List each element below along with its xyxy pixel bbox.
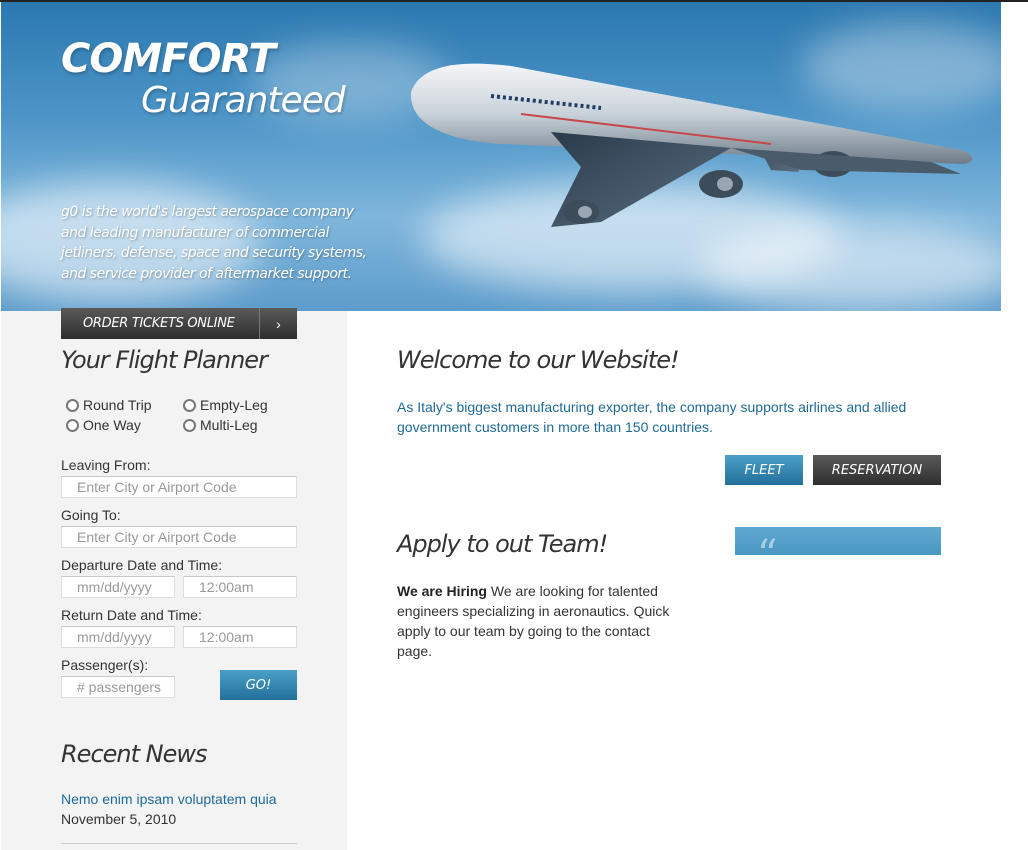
going-to-label: Going To:	[61, 507, 121, 523]
apply-title: Apply to out Team!	[397, 530, 608, 558]
radio-label: One Way	[83, 417, 141, 433]
departure-date-input[interactable]: mm/dd/yyyy	[61, 576, 175, 598]
hero-banner: COMFORT Guaranteed g0 is the world's lar…	[1, 2, 1001, 311]
passengers-label: Passenger(s):	[61, 657, 149, 673]
divider	[61, 843, 297, 844]
departure-time-input[interactable]: 12:00am	[183, 576, 297, 598]
going-to-input[interactable]: Enter City or Airport Code	[61, 526, 297, 548]
radio-empty-leg[interactable]: Empty-Leg	[183, 397, 268, 413]
welcome-title: Welcome to our Website!	[397, 346, 680, 374]
radio-round-trip[interactable]: Round Trip	[66, 397, 151, 413]
radio-circle-icon[interactable]	[66, 418, 79, 432]
return-date-input[interactable]: mm/dd/yyyy	[61, 626, 175, 648]
apply-text: We are Hiring We are looking for talente…	[397, 581, 682, 661]
radio-one-way[interactable]: One Way	[66, 417, 141, 433]
radio-label: Empty-Leg	[200, 397, 268, 413]
recent-news-title: Recent News	[61, 740, 208, 768]
news-item-link[interactable]: Nemo enim ipsam voluptatem quia	[61, 791, 277, 807]
fleet-button[interactable]: FLEET	[725, 455, 803, 485]
airplane-image	[410, 63, 973, 227]
reservation-button[interactable]: RESERVATION	[813, 455, 941, 485]
banner-title-comfort: COMFORT	[61, 36, 276, 82]
quote-icon: “	[757, 532, 778, 555]
go-button[interactable]: GO!	[220, 670, 297, 700]
apply-bold: We are Hiring	[397, 583, 487, 599]
radio-circle-icon[interactable]	[66, 398, 79, 412]
order-tickets-button[interactable]: ORDER TICKETS ONLINE ›	[61, 308, 297, 339]
testimonial-box: “	[735, 527, 941, 555]
welcome-text: As Italy's biggest manufacturing exporte…	[397, 399, 907, 435]
flight-planner-title: Your Flight Planner	[61, 346, 268, 374]
return-label: Return Date and Time:	[61, 607, 202, 623]
order-tickets-label: ORDER TICKETS ONLINE	[83, 316, 235, 331]
departure-label: Departure Date and Time:	[61, 557, 223, 573]
passengers-input[interactable]: # passengers	[61, 676, 175, 698]
radio-multi-leg[interactable]: Multi-Leg	[183, 417, 258, 433]
leaving-from-input[interactable]: Enter City or Airport Code	[61, 476, 297, 498]
banner-description: g0 is the world's largest aerospace comp…	[61, 204, 367, 282]
radio-circle-icon[interactable]	[183, 418, 196, 432]
radio-circle-icon[interactable]	[183, 398, 196, 412]
chevron-right-icon: ›	[259, 308, 297, 339]
radio-label: Round Trip	[83, 397, 152, 413]
radio-label: Multi-Leg	[200, 417, 258, 433]
banner-title-guaranteed: Guaranteed	[141, 80, 346, 121]
news-item-date: November 5, 2010	[61, 811, 177, 827]
return-time-input[interactable]: 12:00am	[183, 626, 297, 648]
leaving-from-label: Leaving From:	[61, 457, 151, 473]
